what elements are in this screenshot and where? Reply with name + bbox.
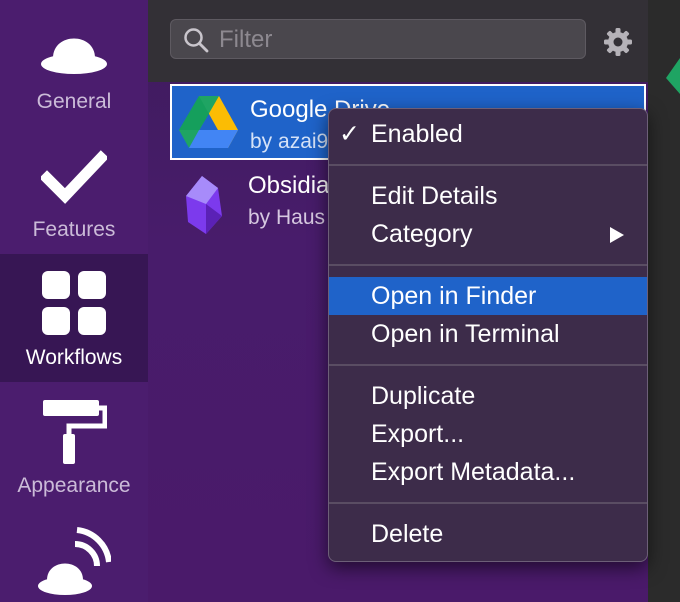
sidebar-item-features[interactable]: Features — [0, 128, 148, 256]
sidebar-item-workflows[interactable]: Workflows — [0, 254, 148, 382]
menu-separator — [329, 364, 647, 366]
menu-item-enabled[interactable]: ✓ Enabled — [329, 115, 647, 153]
checkmark-icon — [41, 150, 107, 204]
sidebar-item-general[interactable]: General — [0, 0, 148, 128]
toolbar — [148, 0, 648, 82]
sidebar-item-label: Features — [32, 218, 116, 241]
sidebar: General Features Workflows Appearance — [0, 0, 148, 602]
sidebar-item-label: General — [36, 90, 112, 113]
workflow-author: by azai9 — [250, 130, 329, 153]
menu-item-open-in-finder[interactable]: Open in Finder — [329, 277, 647, 315]
paint-roller-icon — [43, 400, 107, 464]
google-drive-icon — [179, 96, 238, 148]
menu-item-label: Enabled — [371, 120, 463, 148]
obsidian-icon — [186, 176, 222, 234]
menu-item-edit-details[interactable]: Edit Details — [329, 177, 647, 215]
gear-icon[interactable] — [603, 27, 633, 57]
workflow-author: by Haus — [248, 206, 326, 229]
menu-item-label: Export... — [371, 420, 465, 448]
sidebar-item-label: Appearance — [17, 474, 131, 497]
menu-item-category[interactable]: Category — [329, 215, 647, 253]
checkmark-icon: ✓ — [339, 120, 360, 148]
remote-hat-icon — [38, 527, 111, 595]
sidebar-item-remote[interactable] — [0, 510, 148, 602]
menu-separator — [329, 502, 647, 504]
filter-field[interactable] — [170, 19, 586, 59]
menu-item-label: Duplicate — [371, 382, 476, 410]
sidebar-item-label: Workflows — [25, 346, 123, 369]
menu-item-label: Edit Details — [371, 182, 498, 210]
menu-item-label: Open in Terminal — [371, 320, 560, 348]
menu-separator — [329, 264, 647, 266]
menu-item-duplicate[interactable]: Duplicate — [329, 377, 647, 415]
menu-separator — [329, 164, 647, 166]
menu-item-export-metadata[interactable]: Export Metadata... — [329, 453, 647, 491]
hat-icon — [41, 38, 107, 74]
menu-item-label: Category — [371, 220, 473, 248]
search-input[interactable] — [217, 24, 571, 56]
menu-item-export[interactable]: Export... — [329, 415, 647, 453]
menu-item-label: Delete — [371, 520, 444, 548]
submenu-arrow-icon — [610, 227, 624, 243]
detail-panel-edge — [648, 0, 680, 602]
menu-item-delete[interactable]: Delete — [329, 515, 647, 553]
menu-item-label: Export Metadata... — [371, 458, 576, 486]
grid-icon — [42, 271, 106, 335]
menu-item-label: Open in Finder — [371, 282, 537, 310]
menu-item-open-in-terminal[interactable]: Open in Terminal — [329, 315, 647, 353]
context-menu: ✓ Enabled Edit Details Category Open in … — [328, 108, 648, 562]
drive-fragment-icon — [666, 58, 680, 94]
search-icon — [184, 28, 209, 53]
sidebar-item-appearance[interactable]: Appearance — [0, 382, 148, 510]
